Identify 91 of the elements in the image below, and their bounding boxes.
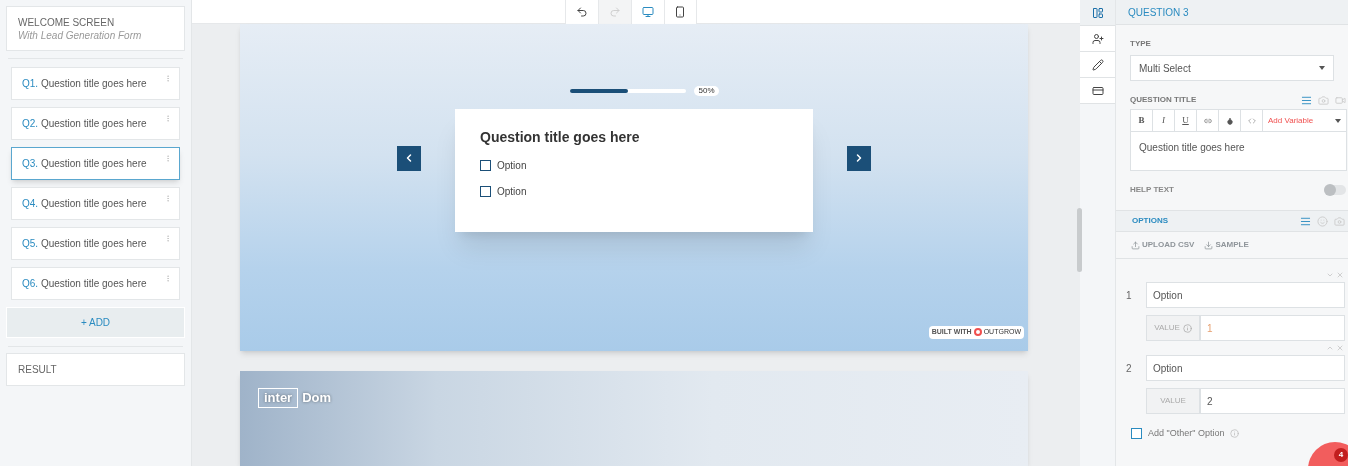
type-label: TYPE xyxy=(1130,38,1152,50)
code-icon xyxy=(1247,116,1256,125)
question-label: Q6. Question title goes here xyxy=(22,277,147,291)
caret-icon xyxy=(1319,66,1325,70)
welcome-title: WELCOME SCREEN xyxy=(18,16,116,29)
value-field[interactable]: 2 xyxy=(1200,388,1345,414)
drag-dots-icon[interactable] xyxy=(164,74,172,83)
logo-text: Dom xyxy=(302,388,332,407)
user-add-tab[interactable] xyxy=(1080,26,1115,52)
mobile-icon xyxy=(674,6,686,18)
droplet-icon xyxy=(1225,116,1234,125)
welcome-screen-item[interactable]: WELCOME SCREEN With Lead Generation Form xyxy=(6,6,185,51)
question-label: Q2. Question title goes here xyxy=(22,117,147,131)
format-button[interactable]: B xyxy=(1131,110,1153,131)
layout-icon xyxy=(1091,6,1104,19)
add-variable-button[interactable]: Add Variable xyxy=(1263,110,1346,131)
desktop-button[interactable] xyxy=(630,0,664,24)
value-label: VALUE xyxy=(1146,315,1200,341)
progress-label: 50% xyxy=(694,86,719,96)
option-label: Option xyxy=(497,185,527,199)
info-icon[interactable] xyxy=(1182,323,1192,333)
checkbox[interactable] xyxy=(480,160,491,171)
option-number: 1 xyxy=(1126,289,1133,303)
question-item[interactable]: Q2. Question title goes here xyxy=(11,107,180,140)
info-icon[interactable] xyxy=(1230,429,1240,439)
delete-icon[interactable] xyxy=(1336,344,1344,352)
help-text-toggle[interactable] xyxy=(1324,185,1346,195)
options-title: OPTIONS xyxy=(1132,215,1168,227)
undo-button[interactable] xyxy=(564,0,598,24)
drag-dots-icon[interactable] xyxy=(164,234,172,243)
question-title: Question title goes here xyxy=(480,129,641,145)
question-item[interactable]: Q4. Question title goes here xyxy=(11,187,180,220)
help-text-label: HELP TEXT xyxy=(1130,184,1174,196)
question-label: Q3. Question title goes here xyxy=(22,157,147,171)
chevron-up-icon[interactable] xyxy=(1326,344,1334,352)
question-item[interactable]: Q3. Question title goes here xyxy=(11,147,180,180)
card-tab[interactable] xyxy=(1080,78,1115,104)
result-label: RESULT xyxy=(18,363,57,377)
camera-icon[interactable] xyxy=(1318,94,1329,106)
question-item[interactable]: Q1. Question title goes here xyxy=(11,67,180,100)
edit-tab[interactable] xyxy=(1080,52,1115,78)
logo-icon xyxy=(973,328,982,337)
question-item[interactable]: Q5. Question title goes here xyxy=(11,227,180,260)
text-format-icon[interactable] xyxy=(1300,215,1311,227)
result-item[interactable]: RESULT xyxy=(6,353,185,386)
option-checkbox[interactable]: Option xyxy=(480,184,788,199)
option-number: 2 xyxy=(1126,362,1133,376)
download-icon xyxy=(1204,240,1214,250)
desktop-icon xyxy=(641,6,654,18)
pencil-icon xyxy=(1091,58,1104,71)
scrollbar-thumb[interactable] xyxy=(1077,208,1082,272)
link-icon xyxy=(1203,116,1212,125)
add-other-label: Add "Other" Option xyxy=(1148,427,1225,440)
drag-dots-icon[interactable] xyxy=(164,154,172,163)
upload-icon xyxy=(1131,240,1140,250)
next-button[interactable] xyxy=(847,145,871,171)
question-label: Q1. Question title goes here xyxy=(22,77,147,91)
checkbox[interactable] xyxy=(480,186,491,197)
value-label: VALUE xyxy=(1146,388,1200,414)
camera-icon[interactable] xyxy=(1334,215,1345,227)
logo-boxed-text: inter xyxy=(258,387,299,408)
delete-icon[interactable] xyxy=(1336,271,1344,279)
title-editor[interactable]: Question title goes here xyxy=(1131,132,1346,170)
layout-tab[interactable] xyxy=(1080,0,1115,26)
drag-dots-icon[interactable] xyxy=(164,274,172,283)
chevron-down-icon[interactable] xyxy=(1326,271,1334,279)
previous-button[interactable] xyxy=(397,145,421,171)
option-checkbox[interactable]: Option xyxy=(480,158,788,173)
undo-icon xyxy=(575,6,588,18)
question-title-label: QUESTION TITLE xyxy=(1130,94,1197,106)
video-icon[interactable] xyxy=(1335,94,1346,106)
question-label: Q5. Question title goes here xyxy=(22,237,147,251)
add-user-icon xyxy=(1091,32,1104,45)
welcome-subtitle: With Lead Generation Form xyxy=(18,29,143,42)
drag-dots-icon[interactable] xyxy=(164,194,172,203)
option-text-field[interactable]: Option xyxy=(1146,355,1345,381)
format-button[interactable]: I xyxy=(1153,110,1175,131)
emoji-icon[interactable] xyxy=(1317,215,1328,227)
drag-dots-icon[interactable] xyxy=(164,114,172,123)
type-select[interactable]: Multi Select xyxy=(1130,55,1334,81)
mobile-button[interactable] xyxy=(663,0,697,24)
question-item[interactable]: Q6. Question title goes here xyxy=(11,267,180,300)
option-label: Option xyxy=(497,159,527,173)
add-other-checkbox[interactable] xyxy=(1131,428,1142,440)
format-button[interactable]: U xyxy=(1175,110,1197,131)
card-icon xyxy=(1091,84,1104,97)
question-label: Q4. Question title goes here xyxy=(22,197,147,211)
text-format-icon[interactable] xyxy=(1301,94,1312,106)
redo-icon xyxy=(608,6,621,18)
option-text-field[interactable]: Option xyxy=(1146,282,1345,308)
panel-title: QUESTION 3 xyxy=(1128,5,1189,20)
